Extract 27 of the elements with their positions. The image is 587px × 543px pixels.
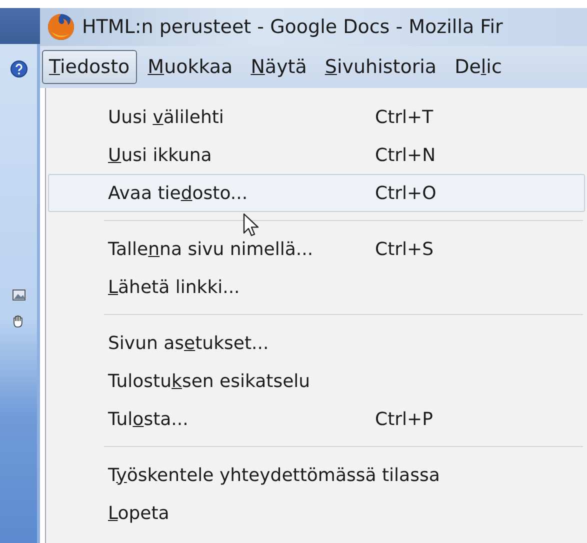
- menu-bar-item[interactable]: Delic: [448, 50, 509, 84]
- browser-logo-icon: [46, 12, 76, 42]
- menu-item[interactable]: Tulostuksen esikatselu: [48, 362, 585, 400]
- image-icon[interactable]: [12, 288, 26, 302]
- menu-item[interactable]: Lopeta: [48, 494, 585, 532]
- menu-item[interactable]: Uusi välilehti Ctrl+T: [48, 98, 585, 136]
- hand-icon[interactable]: [12, 314, 26, 328]
- menu-item[interactable]: Lähetä linkki...: [48, 268, 585, 306]
- window-title: HTML:n perusteet - Google Docs - Mozilla Fir: [82, 16, 503, 38]
- menu-bar-item[interactable]: Sivuhistoria: [318, 50, 444, 84]
- shortcut-label: Ctrl+P: [375, 408, 433, 430]
- menu-bar-item[interactable]: Muokkaa: [140, 50, 240, 84]
- shortcut-label: Ctrl+N: [375, 144, 436, 166]
- sidebar-header: [0, 8, 40, 44]
- shortcut-label: Ctrl+T: [375, 106, 434, 128]
- menu-item[interactable]: Tulosta... Ctrl+P: [48, 400, 585, 438]
- shortcut-label: Ctrl+S: [375, 238, 434, 260]
- help-icon[interactable]: [10, 60, 28, 78]
- menu-item[interactable]: Avaa tiedosto... Ctrl+O: [48, 174, 585, 212]
- menu-item[interactable]: Uusi ikkuna Ctrl+N: [48, 136, 585, 174]
- menu-bar-item[interactable]: Näytä: [244, 50, 314, 84]
- menu-bar-item[interactable]: Tiedosto: [42, 50, 137, 84]
- menu-item[interactable]: Tallenna sivu nimellä... Ctrl+S: [48, 230, 585, 268]
- shortcut-label: Ctrl+O: [375, 182, 436, 204]
- menu-item[interactable]: Sivun asetukset...: [48, 324, 585, 362]
- menu-item[interactable]: Työskentele yhteydettömässä tilassa: [48, 456, 585, 494]
- pointer-icon: [243, 213, 259, 237]
